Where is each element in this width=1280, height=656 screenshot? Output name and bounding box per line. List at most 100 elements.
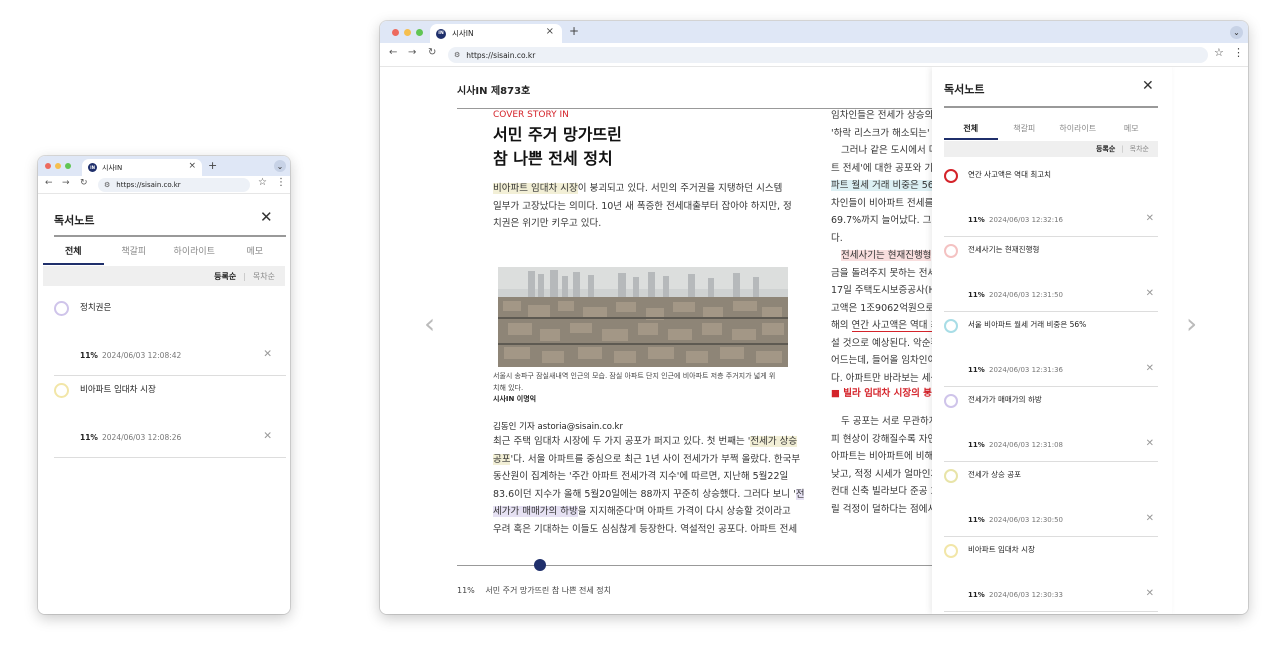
forward-icon[interactable]: → <box>408 47 416 58</box>
highlight-fear[interactable]: 공포 <box>493 453 511 465</box>
highlight-jeonse-fraud[interactable]: 전세사기는 현재진행형 <box>841 250 932 261</box>
tab-bookmarks[interactable]: 책갈피 <box>104 244 165 264</box>
sisain-favicon-icon: IN <box>88 163 97 172</box>
new-tab-icon[interactable]: + <box>569 24 579 38</box>
notes-tabs: 전체 책갈피 하이라이트 메모 <box>944 123 1159 140</box>
note-text: 전세가 상승 공포 <box>968 470 1022 479</box>
highlight-color-ring-icon <box>54 301 69 316</box>
tab-highlights[interactable]: 하이라이트 <box>164 244 225 264</box>
highlight-jeonse-floor-a[interactable]: 전 <box>795 488 805 500</box>
underline-annual-loss[interactable]: 연간 사고액은 역대 최 <box>851 320 940 332</box>
address-bar[interactable]: ⚙ https://sisain.co.kr <box>98 178 250 192</box>
prev-page-arrow-icon[interactable]: ‹ <box>424 307 435 340</box>
note-item[interactable]: 전세사기는 현재진행형 11% 2024/06/03 12:31:50 ✕ <box>944 237 1158 312</box>
site-settings-icon[interactable]: ⚙ <box>454 51 460 59</box>
sort-bar: 등록순 | 목차순 <box>944 141 1158 157</box>
note-item[interactable]: 전세가 상승 공포 11% 2024/06/03 12:30:50 ✕ <box>944 462 1158 537</box>
forward-icon[interactable]: → <box>62 178 70 188</box>
notes-panel-small: 독서노트 ✕ 전체 책갈피 하이라이트 메모 등록순 | 목차순 정치권은 11%… <box>38 194 290 614</box>
tab-search-chevron-icon[interactable]: ⌄ <box>1230 26 1243 39</box>
notes-panel-large: 독서노트 ✕ 전체 책갈피 하이라이트 메모 등록순 | 목차순 연간 사고액은… <box>932 67 1172 614</box>
back-icon[interactable]: ← <box>389 47 397 58</box>
maximize-window-dot[interactable] <box>416 29 423 36</box>
tab-strip: IN 시사IN × + ⌄ <box>38 156 290 176</box>
url-text: https://sisain.co.kr <box>116 181 181 189</box>
close-window-dot[interactable] <box>45 163 51 169</box>
browser-tab[interactable]: IN 시사IN × <box>82 159 202 176</box>
article-kicker: COVER STORY IN <box>493 110 569 120</box>
note-item[interactable]: 전세가가 매매가의 하방 11% 2024/06/03 12:31:08 ✕ <box>944 387 1158 462</box>
address-bar[interactable]: ⚙ https://sisain.co.kr <box>448 47 1208 63</box>
tab-close-icon[interactable]: × <box>188 161 196 171</box>
note-text: 전세가가 매매가의 하방 <box>968 395 1042 404</box>
note-item[interactable]: 연간 사고액은 역대 최고치 11% 2024/06/03 12:32:16 ✕ <box>944 162 1158 237</box>
note-date: 2024/06/03 12:31:36 <box>989 366 1064 374</box>
highlight-monthly-rent-share[interactable]: 파트 월세 거래 비중은 56% <box>831 180 943 191</box>
sort-by-registration[interactable]: 등록순 <box>214 271 236 282</box>
sort-by-toc[interactable]: 목차순 <box>1130 144 1149 154</box>
back-icon[interactable]: ← <box>45 178 53 188</box>
note-item[interactable]: 서울 비아파트 월세 거래 비중은 56% 11% 2024/06/03 12:31… <box>944 312 1158 387</box>
close-window-dot[interactable] <box>392 29 399 36</box>
highlight-color-ring-icon <box>54 383 69 398</box>
minimize-window-dot[interactable] <box>55 163 61 169</box>
note-percent: 11% <box>80 433 98 442</box>
delete-note-icon[interactable]: ✕ <box>1146 363 1154 374</box>
site-settings-icon[interactable]: ⚙ <box>104 181 110 189</box>
tab-highlights[interactable]: 하이라이트 <box>1051 123 1105 139</box>
note-item[interactable]: 정치권은 11% 2024/06/03 12:08:42 ✕ <box>54 294 286 376</box>
note-percent: 11% <box>968 366 985 374</box>
note-text: 서울 비아파트 월세 거래 비중은 56% <box>968 320 1087 329</box>
tab-all[interactable]: 전체 <box>43 244 104 265</box>
next-page-arrow-icon[interactable]: › <box>1186 307 1197 340</box>
reading-progress-track[interactable] <box>457 565 937 566</box>
highlight-jeonse-floor-b[interactable]: 세가가 매매가의 하방 <box>493 506 578 517</box>
tab-memos[interactable]: 메모 <box>225 244 286 264</box>
tab-bookmarks[interactable]: 책갈피 <box>998 123 1052 139</box>
sort-separator: | <box>243 271 246 281</box>
delete-note-icon[interactable]: ✕ <box>1146 588 1154 599</box>
reload-icon[interactable]: ↻ <box>428 47 436 58</box>
note-percent: 11% <box>968 291 985 299</box>
article-lead: 비아파트 임대차 시장이 붕괴되고 있다. 서민의 주거권을 지탱하던 시스템 … <box>493 183 792 229</box>
tab-close-icon[interactable]: × <box>546 26 554 37</box>
article-body-col2: 임차인들은 전세가 상승의 '하락 리스크가 해소되는' 공 그러나 같은 도시… <box>831 110 943 384</box>
notes-panel-title: 독서노트 <box>944 83 985 96</box>
sisain-favicon-icon: IN <box>436 28 446 39</box>
reload-icon[interactable]: ↻ <box>80 178 88 188</box>
tab-search-chevron-icon[interactable]: ⌄ <box>274 160 286 172</box>
delete-note-icon[interactable]: ✕ <box>1146 288 1154 299</box>
delete-note-icon[interactable]: ✕ <box>1146 513 1154 524</box>
bookmark-star-icon[interactable]: ☆ <box>1214 46 1224 59</box>
maximize-window-dot[interactable] <box>65 163 71 169</box>
notes-panel-title: 독서노트 <box>54 214 95 227</box>
highlight-non-apartment[interactable]: 비아파트 임대차 시장 <box>493 183 578 194</box>
notes-panel-close-icon[interactable]: ✕ <box>1142 78 1154 94</box>
note-date: 2024/06/03 12:30:50 <box>989 516 1064 524</box>
article-body-col2-b: 두 공포는 서로 무관하지 피 현상이 강해질수록 자연 아파트는 비아파트에 … <box>831 416 940 515</box>
browser-menu-icon[interactable]: ⋮ <box>1233 46 1244 59</box>
delete-note-icon[interactable]: ✕ <box>263 430 272 442</box>
delete-note-icon[interactable]: ✕ <box>263 348 272 360</box>
highlight-jeonse-rise[interactable]: 전세가 상승 <box>750 436 798 447</box>
notes-panel-close-icon[interactable]: ✕ <box>260 208 273 226</box>
note-item[interactable]: 비아파트 임대차 시장 11% 2024/06/03 12:30:33 ✕ <box>944 537 1158 612</box>
minimize-window-dot[interactable] <box>404 29 411 36</box>
tab-memos[interactable]: 메모 <box>1105 123 1159 139</box>
sort-by-toc[interactable]: 목차순 <box>253 271 275 282</box>
browser-menu-icon[interactable]: ⋮ <box>276 177 286 188</box>
note-item[interactable]: 비아파트 임대차 시장 11% 2024/06/03 12:08:26 ✕ <box>54 376 286 458</box>
tab-all[interactable]: 전체 <box>944 123 998 140</box>
reading-progress-knob[interactable] <box>533 559 546 571</box>
new-tab-icon[interactable]: + <box>208 159 217 172</box>
bookmark-star-icon[interactable]: ☆ <box>258 177 267 188</box>
browser-tab[interactable]: IN 시사IN × <box>430 24 562 43</box>
sort-by-registration[interactable]: 등록순 <box>1096 144 1115 154</box>
delete-note-icon[interactable]: ✕ <box>1146 438 1154 449</box>
article-byline: 김동인 기자 astoria@sisain.co.kr <box>493 422 623 432</box>
panel-title-divider <box>54 235 286 237</box>
note-date: 2024/06/03 12:31:50 <box>989 291 1064 299</box>
note-text: 전세사기는 현재진행형 <box>968 245 1040 254</box>
delete-note-icon[interactable]: ✕ <box>1146 213 1154 224</box>
highlight-color-ring-icon <box>944 469 958 483</box>
